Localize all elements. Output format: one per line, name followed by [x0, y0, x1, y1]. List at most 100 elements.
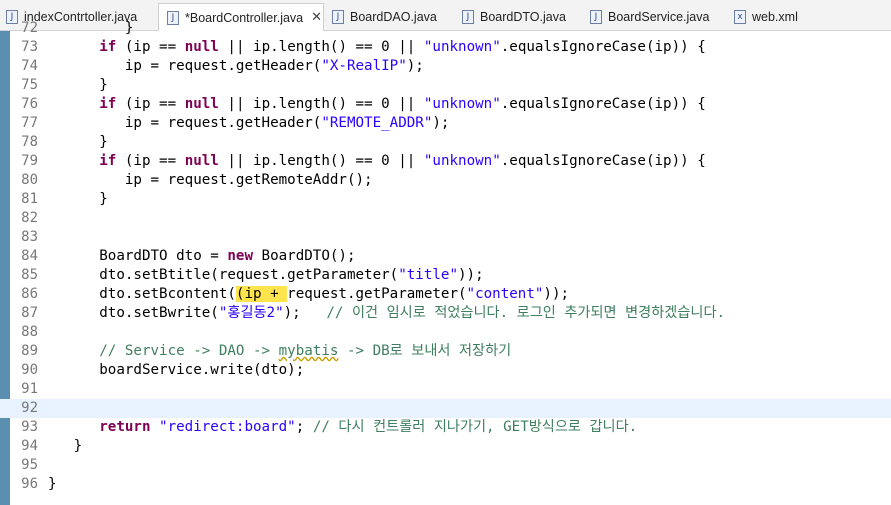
line-number: 80: [21, 172, 38, 188]
code-line[interactable]: 84 BoardDTO dto = new BoardDTO();: [0, 247, 891, 266]
code-line[interactable]: 89 // Service -> DAO -> mybatis -> DB로 보…: [0, 342, 891, 361]
code-token: "홍길동2": [218, 305, 284, 321]
code-token: boardService.write(dto);: [48, 362, 305, 378]
line-number: 75: [21, 77, 38, 93]
line-number: 78: [21, 134, 38, 150]
line-number: 92: [21, 400, 38, 416]
line-number: 81: [21, 191, 38, 207]
code-token: }: [48, 191, 108, 207]
code-token: "unknown": [423, 96, 501, 112]
code-line[interactable]: 86 dto.setBcontent((ip + request.getPara…: [0, 285, 891, 304]
code-token: dto.setBwrite(: [48, 305, 219, 321]
code-text: }: [48, 133, 108, 152]
code-line[interactable]: 83: [0, 228, 891, 247]
code-token: }: [48, 476, 57, 492]
code-token: }: [48, 438, 83, 454]
code-line[interactable]: 81 }: [0, 190, 891, 209]
code-token: (ip ==: [116, 39, 185, 55]
code-line[interactable]: 80 ip = request.getRemoteAddr();: [0, 171, 891, 190]
code-line[interactable]: 95: [0, 456, 891, 475]
code-line[interactable]: 72 }: [0, 19, 891, 38]
code-token: "REMOTE_ADDR": [321, 115, 433, 131]
code-text: dto.setBtitle(request.getParameter("titl…: [48, 266, 483, 285]
line-number: 82: [21, 210, 38, 226]
code-text: ip = request.getHeader("X-RealIP");: [48, 57, 424, 76]
code-text: boardService.write(dto);: [48, 361, 304, 380]
code-token: "redirect:board": [159, 419, 296, 435]
code-text: }: [48, 19, 134, 38]
code-token: return: [99, 419, 151, 435]
code-text: ip = request.getRemoteAddr();: [48, 171, 373, 190]
code-line[interactable]: 88: [0, 323, 891, 342]
code-token: (ip ==: [116, 153, 185, 169]
code-text: }: [48, 437, 83, 456]
code-text: }: [48, 475, 57, 494]
line-number: 74: [21, 58, 38, 74]
code-token: ;: [295, 419, 313, 435]
line-number: 85: [21, 267, 38, 283]
code-line[interactable]: 90 boardService.write(dto);: [0, 361, 891, 380]
code-token: // Service -> DAO ->: [48, 343, 279, 359]
code-line[interactable]: 76 if (ip == null || ip.length() == 0 ||…: [0, 95, 891, 114]
code-token: );: [432, 115, 450, 131]
line-number: 87: [21, 305, 38, 321]
code-line[interactable]: 73 if (ip == null || ip.length() == 0 ||…: [0, 38, 891, 57]
code-line[interactable]: 94 }: [0, 437, 891, 456]
code-token: ip = request.getHeader(: [48, 58, 322, 74]
line-number: 94: [21, 438, 38, 454]
line-number: 84: [21, 248, 38, 264]
code-line[interactable]: 87 dto.setBwrite("홍길동2"); // 이건 임시로 적었습니…: [0, 304, 891, 323]
line-number: 73: [21, 39, 38, 55]
code-editor[interactable]: 72 } 73 if (ip == null || ip.length() == …: [0, 20, 891, 505]
code-token: null: [184, 39, 219, 55]
line-number: 79: [21, 153, 38, 169]
line-number: 88: [21, 324, 38, 340]
code-token: "content": [466, 286, 544, 302]
code-line[interactable]: 91: [0, 380, 891, 399]
code-token: ip = request.getRemoteAddr();: [48, 172, 373, 188]
code-text: BoardDTO dto = new BoardDTO();: [48, 247, 355, 266]
code-line[interactable]: 77 ip = request.getHeader("REMOTE_ADDR")…: [0, 114, 891, 133]
code-line[interactable]: 92: [0, 399, 891, 418]
code-token: }: [48, 77, 108, 93]
code-line[interactable]: 74 ip = request.getHeader("X-RealIP");: [0, 57, 891, 76]
code-text: dto.setBwrite("홍길동2"); // 이건 임시로 적었습니다. …: [48, 304, 725, 323]
code-token: mybatis: [278, 343, 339, 359]
code-token: (ip +: [235, 286, 288, 302]
code-line[interactable]: 78 }: [0, 133, 891, 152]
code-token: request.getParameter(: [287, 286, 467, 302]
code-token: // 다시 컨트롤러 지나가기, GET방식으로 갑니다.: [312, 419, 638, 435]
code-token: .equalsIgnoreCase(ip)) {: [500, 153, 706, 169]
code-text: if (ip == null || ip.length() == 0 || "u…: [48, 95, 706, 114]
line-number: 86: [21, 286, 38, 302]
code-token: null: [184, 96, 219, 112]
code-line[interactable]: 85 dto.setBtitle(request.getParameter("t…: [0, 266, 891, 285]
code-text: ip = request.getHeader("REMOTE_ADDR");: [48, 114, 450, 133]
code-token: // 이건 임시로 적었습니다. 로그인 추가되면 변경하겠습니다.: [326, 305, 726, 321]
code-token: );: [283, 305, 327, 321]
line-number: 72: [21, 20, 38, 36]
code-token: .equalsIgnoreCase(ip)) {: [500, 39, 706, 55]
code-token: null: [184, 153, 219, 169]
code-token: ));: [543, 286, 570, 302]
line-number: 93: [21, 419, 38, 435]
line-number: 91: [21, 381, 38, 397]
code-line[interactable]: 75 }: [0, 76, 891, 95]
code-line[interactable]: 79 if (ip == null || ip.length() == 0 ||…: [0, 152, 891, 171]
code-line[interactable]: 82: [0, 209, 891, 228]
code-token: dto.setBcontent(: [48, 286, 236, 302]
code-line[interactable]: 96}: [0, 475, 891, 494]
line-number: 90: [21, 362, 38, 378]
code-text: // Service -> DAO -> mybatis -> DB로 보내서 …: [48, 342, 511, 361]
code-token: }: [48, 134, 108, 150]
code-token: .equalsIgnoreCase(ip)) {: [500, 96, 706, 112]
line-number: 77: [21, 115, 38, 131]
code-line[interactable]: 93 return "redirect:board"; // 다시 컨트롤러 지…: [0, 418, 891, 437]
code-token: dto.setBtitle(request.getParameter(: [48, 267, 399, 283]
code-token: ip = request.getHeader(: [48, 115, 322, 131]
line-number: 96: [21, 476, 38, 492]
